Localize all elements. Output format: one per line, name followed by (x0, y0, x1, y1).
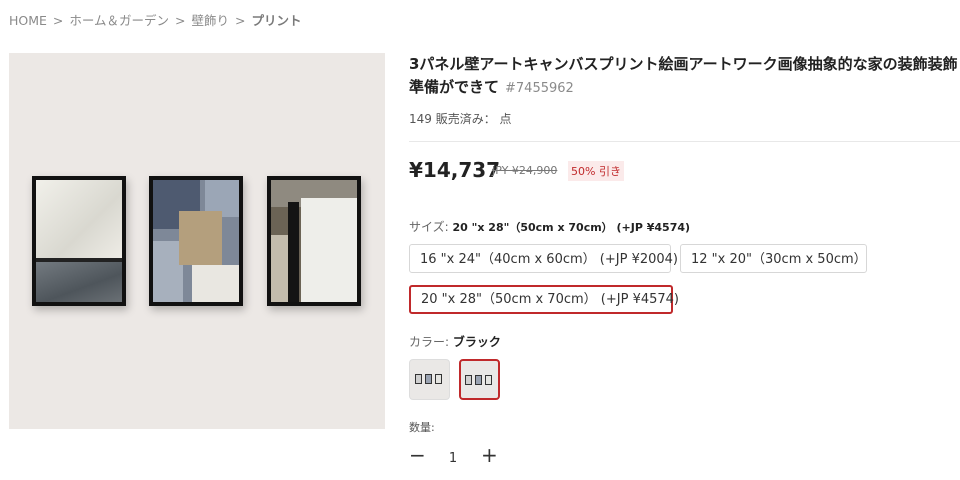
product-main-image[interactable] (9, 53, 385, 429)
breadcrumb: HOME > ホーム＆ガーデン > 壁飾り > プリント (9, 10, 302, 29)
color-swatch-black[interactable] (459, 359, 500, 400)
sale-price: ¥14,737 (409, 158, 501, 182)
color-label-text: カラー: (409, 335, 450, 349)
color-selected-value: ブラック (452, 335, 501, 349)
breadcrumb-current: プリント (251, 13, 302, 28)
painting-panel-right (267, 176, 361, 306)
product-title: 3パネル壁アートキャンバスプリント絵画アートワーク画像抽象的な家の装飾装飾 準備… (409, 53, 960, 100)
breadcrumb-separator: > (52, 13, 64, 28)
breadcrumb-separator: > (235, 13, 246, 28)
size-label: サイズ: 20 "x 28"（50cm x 70cm） (+JP ¥4574) (409, 218, 690, 235)
breadcrumb-wall-decor[interactable]: 壁飾り (192, 13, 230, 28)
sold-count: 149 販売済み： 点 (409, 112, 512, 126)
size-label-text: サイズ: (409, 220, 449, 234)
product-title-line2: 準備ができて (409, 78, 500, 96)
size-option-16x24[interactable]: 16 "x 24"（40cm x 60cm） (+JP ¥2004) (409, 244, 678, 273)
breadcrumb-separator: > (175, 13, 186, 28)
product-sku: #7455962 (505, 81, 574, 96)
quantity-value[interactable]: 1 (442, 451, 464, 466)
breadcrumb-home[interactable]: HOME (9, 13, 47, 28)
quantity-increase-button[interactable]: + (481, 445, 498, 466)
breadcrumb-home-garden[interactable]: ホーム＆ガーデン (69, 13, 169, 28)
painting-panel-left (32, 176, 126, 306)
quantity-decrease-button[interactable]: − (409, 445, 426, 466)
color-swatch-1[interactable] (409, 359, 450, 400)
quantity-label: 数量: (409, 421, 435, 434)
size-selected-value: 20 "x 28"（50cm x 70cm） (+JP ¥4574) (452, 221, 691, 234)
product-title-line1: 3パネル壁アートキャンバスプリント絵画アートワーク画像抽象的な家の装飾装飾 (409, 55, 958, 73)
original-price: JPY ¥24,900 (492, 164, 558, 177)
painting-panel-center (149, 176, 243, 306)
discount-badge: 50% 引き (568, 161, 624, 181)
divider (409, 141, 960, 142)
color-label: カラー: ブラック (409, 333, 501, 350)
size-option-20x28[interactable]: 20 "x 28"（50cm x 70cm） (+JP ¥4574) (409, 285, 679, 314)
size-option-12x20[interactable]: 12 "x 20"（30cm x 50cm） (680, 244, 867, 273)
